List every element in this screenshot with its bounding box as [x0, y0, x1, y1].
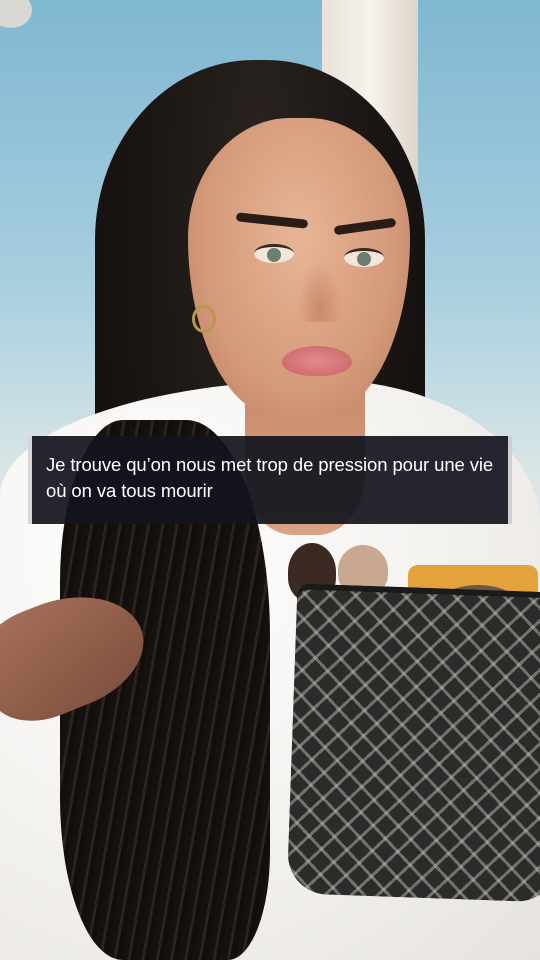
caption-text: Je trouve qu’on nous met trop de pressio… [46, 454, 494, 501]
hoop-earring [192, 305, 216, 333]
caption-box: Je trouve qu’on nous met trop de pressio… [28, 436, 512, 524]
video-frame[interactable]: Je trouve qu’on nous met trop de pressio… [0, 0, 540, 960]
left-eye [254, 244, 294, 263]
patterned-tote-bag [286, 583, 540, 903]
right-eye [344, 248, 384, 267]
lamp-ornament [0, 0, 32, 28]
nose [298, 262, 342, 322]
lips [282, 346, 352, 376]
